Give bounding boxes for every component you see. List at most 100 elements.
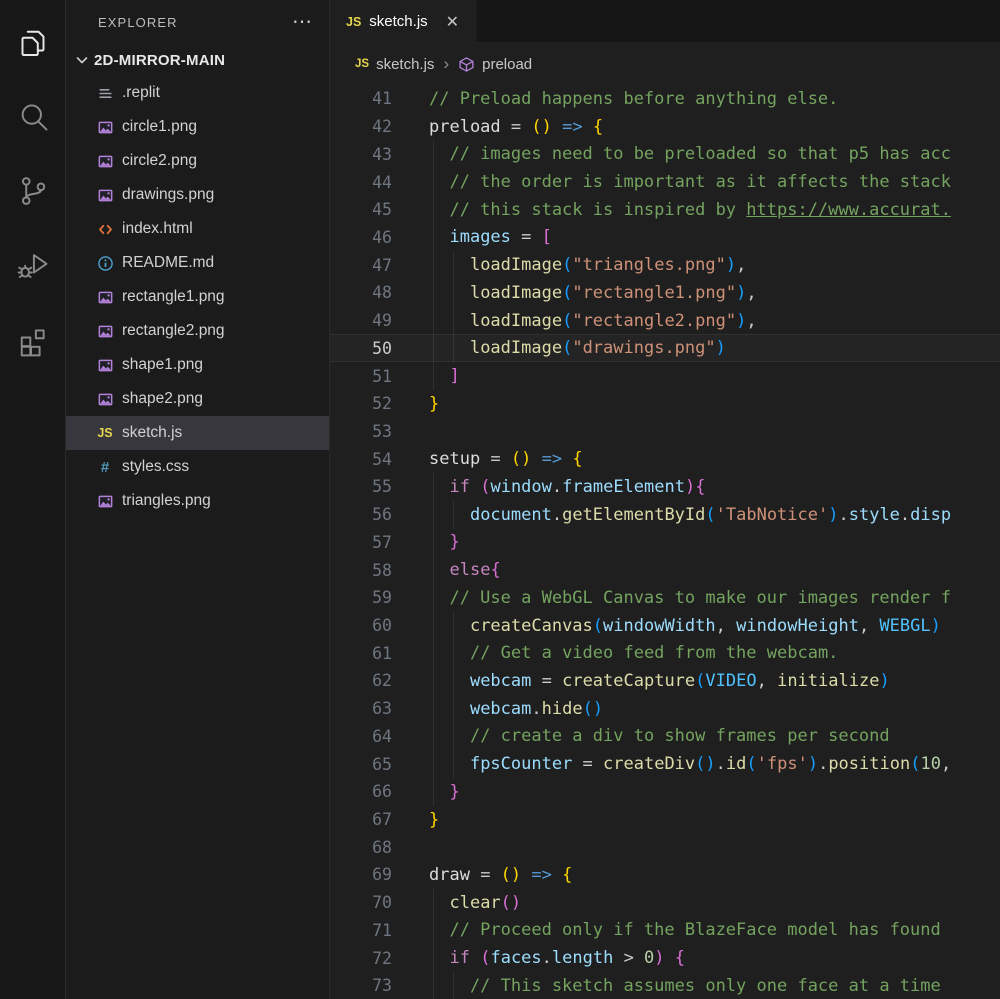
file-row--replit[interactable]: .replit bbox=[66, 76, 329, 110]
line-number[interactable]: 49 bbox=[330, 311, 392, 330]
line-number[interactable]: 41 bbox=[330, 89, 392, 108]
code-line-67[interactable]: 67} bbox=[330, 806, 1000, 834]
code-line-62[interactable]: 62 webcam = createCapture(VIDEO, initial… bbox=[330, 667, 1000, 695]
code-line-71[interactable]: 71 // Proceed only if the BlazeFace mode… bbox=[330, 917, 1000, 945]
line-text: loadImage("rectangle1.png"), bbox=[429, 279, 757, 307]
code-line-57[interactable]: 57 } bbox=[330, 529, 1000, 557]
line-number[interactable]: 60 bbox=[330, 616, 392, 635]
line-number[interactable]: 53 bbox=[330, 422, 392, 441]
file-row-rectangle1-png[interactable]: rectangle1.png bbox=[66, 280, 329, 314]
indent-guide bbox=[433, 473, 434, 501]
code-line-58[interactable]: 58 else{ bbox=[330, 556, 1000, 584]
file-row-rectangle2-png[interactable]: rectangle2.png bbox=[66, 314, 329, 348]
line-number[interactable]: 67 bbox=[330, 810, 392, 829]
code-line-69[interactable]: 69draw = () => { bbox=[330, 861, 1000, 889]
code-line-72[interactable]: 72 if (faces.length > 0) { bbox=[330, 944, 1000, 972]
file-row-drawings-png[interactable]: drawings.png bbox=[66, 178, 329, 212]
line-number[interactable]: 48 bbox=[330, 283, 392, 302]
file-row-circle1-png[interactable]: circle1.png bbox=[66, 110, 329, 144]
line-text: loadImage("rectangle2.png"), bbox=[429, 307, 757, 335]
code-editor[interactable]: 41// Preload happens before anything els… bbox=[330, 85, 1000, 999]
image-file-icon bbox=[96, 390, 114, 408]
code-line-68[interactable]: 68 bbox=[330, 833, 1000, 861]
code-line-55[interactable]: 55 if (window.frameElement){ bbox=[330, 473, 1000, 501]
code-line-56[interactable]: 56 document.getElementById('TabNotice').… bbox=[330, 501, 1000, 529]
line-number[interactable]: 55 bbox=[330, 477, 392, 496]
indent-guide bbox=[453, 251, 454, 279]
line-number[interactable]: 50 bbox=[330, 339, 392, 358]
line-number[interactable]: 71 bbox=[330, 921, 392, 940]
line-number[interactable]: 58 bbox=[330, 561, 392, 580]
code-line-70[interactable]: 70 clear() bbox=[330, 889, 1000, 917]
line-number[interactable]: 46 bbox=[330, 228, 392, 247]
code-line-63[interactable]: 63 webcam.hide() bbox=[330, 695, 1000, 723]
code-line-66[interactable]: 66 } bbox=[330, 778, 1000, 806]
line-number[interactable]: 70 bbox=[330, 893, 392, 912]
line-number[interactable]: 68 bbox=[330, 838, 392, 857]
code-line-48[interactable]: 48 loadImage("rectangle1.png"), bbox=[330, 279, 1000, 307]
line-number[interactable]: 44 bbox=[330, 173, 392, 192]
file-row-styles-css[interactable]: #styles.css bbox=[66, 450, 329, 484]
code-line-73[interactable]: 73 // This sketch assumes only one face … bbox=[330, 972, 1000, 999]
code-line-44[interactable]: 44 // the order is important as it affec… bbox=[330, 168, 1000, 196]
breadcrumb-file[interactable]: sketch.js bbox=[376, 56, 434, 73]
activity-explorer-icon[interactable] bbox=[0, 6, 66, 80]
file-row-circle2-png[interactable]: circle2.png bbox=[66, 144, 329, 178]
line-text: // create a div to show frames per secon… bbox=[429, 723, 890, 751]
image-file-icon bbox=[96, 186, 114, 204]
file-row-shape2-png[interactable]: shape2.png bbox=[66, 382, 329, 416]
line-number[interactable]: 62 bbox=[330, 671, 392, 690]
line-number[interactable]: 47 bbox=[330, 256, 392, 275]
line-number[interactable]: 61 bbox=[330, 644, 392, 663]
code-line-42[interactable]: 42preload = () => { bbox=[330, 113, 1000, 141]
line-number[interactable]: 56 bbox=[330, 505, 392, 524]
file-name: README.md bbox=[122, 254, 214, 272]
line-number[interactable]: 65 bbox=[330, 755, 392, 774]
line-number[interactable]: 42 bbox=[330, 117, 392, 136]
activity-extensions-icon[interactable] bbox=[0, 302, 66, 376]
line-number[interactable]: 64 bbox=[330, 727, 392, 746]
more-actions-icon[interactable]: ⋯ bbox=[292, 17, 313, 27]
code-line-45[interactable]: 45 // this stack is inspired by https://… bbox=[330, 196, 1000, 224]
line-number[interactable]: 73 bbox=[330, 976, 392, 995]
code-line-43[interactable]: 43 // images need to be preloaded so tha… bbox=[330, 140, 1000, 168]
code-line-52[interactable]: 52} bbox=[330, 390, 1000, 418]
line-number[interactable]: 45 bbox=[330, 200, 392, 219]
line-number[interactable]: 72 bbox=[330, 949, 392, 968]
line-number[interactable]: 43 bbox=[330, 145, 392, 164]
code-line-60[interactable]: 60 createCanvas(windowWidth, windowHeigh… bbox=[330, 612, 1000, 640]
file-row-readme-md[interactable]: README.md bbox=[66, 246, 329, 280]
activity-source-control-icon[interactable] bbox=[0, 154, 66, 228]
code-line-54[interactable]: 54setup = () => { bbox=[330, 445, 1000, 473]
line-number[interactable]: 66 bbox=[330, 782, 392, 801]
file-row-sketch-js[interactable]: JSsketch.js bbox=[66, 416, 329, 450]
line-number[interactable]: 69 bbox=[330, 865, 392, 884]
code-line-47[interactable]: 47 loadImage("triangles.png"), bbox=[330, 251, 1000, 279]
line-number[interactable]: 51 bbox=[330, 367, 392, 386]
code-line-41[interactable]: 41// Preload happens before anything els… bbox=[330, 85, 1000, 113]
line-number[interactable]: 63 bbox=[330, 699, 392, 718]
line-number[interactable]: 52 bbox=[330, 394, 392, 413]
code-line-46[interactable]: 46 images = [ bbox=[330, 224, 1000, 252]
activity-search-icon[interactable] bbox=[0, 80, 66, 154]
code-line-65[interactable]: 65 fpsCounter = createDiv().id('fps').po… bbox=[330, 750, 1000, 778]
code-line-64[interactable]: 64 // create a div to show frames per se… bbox=[330, 723, 1000, 751]
breadcrumb-symbol[interactable]: preload bbox=[482, 56, 532, 73]
code-line-51[interactable]: 51 ] bbox=[330, 362, 1000, 390]
code-line-59[interactable]: 59 // Use a WebGL Canvas to make our ima… bbox=[330, 584, 1000, 612]
line-number[interactable]: 57 bbox=[330, 533, 392, 552]
code-line-50[interactable]: 50 loadImage("drawings.png") bbox=[330, 334, 1000, 362]
activity-run-debug-icon[interactable] bbox=[0, 228, 66, 302]
line-number[interactable]: 59 bbox=[330, 588, 392, 607]
close-icon[interactable]: ✕ bbox=[444, 12, 461, 32]
folder-row-root[interactable]: 2D-MIRROR-MAIN bbox=[66, 44, 329, 76]
line-number[interactable]: 54 bbox=[330, 450, 392, 469]
code-line-61[interactable]: 61 // Get a video feed from the webcam. bbox=[330, 639, 1000, 667]
file-row-index-html[interactable]: index.html bbox=[66, 212, 329, 246]
code-line-49[interactable]: 49 loadImage("rectangle2.png"), bbox=[330, 307, 1000, 335]
indent-guide bbox=[433, 556, 434, 584]
file-row-shape1-png[interactable]: shape1.png bbox=[66, 348, 329, 382]
tab-sketch-js[interactable]: JS sketch.js ✕ bbox=[330, 0, 476, 43]
file-row-triangles-png[interactable]: triangles.png bbox=[66, 484, 329, 518]
code-line-53[interactable]: 53 bbox=[330, 418, 1000, 446]
